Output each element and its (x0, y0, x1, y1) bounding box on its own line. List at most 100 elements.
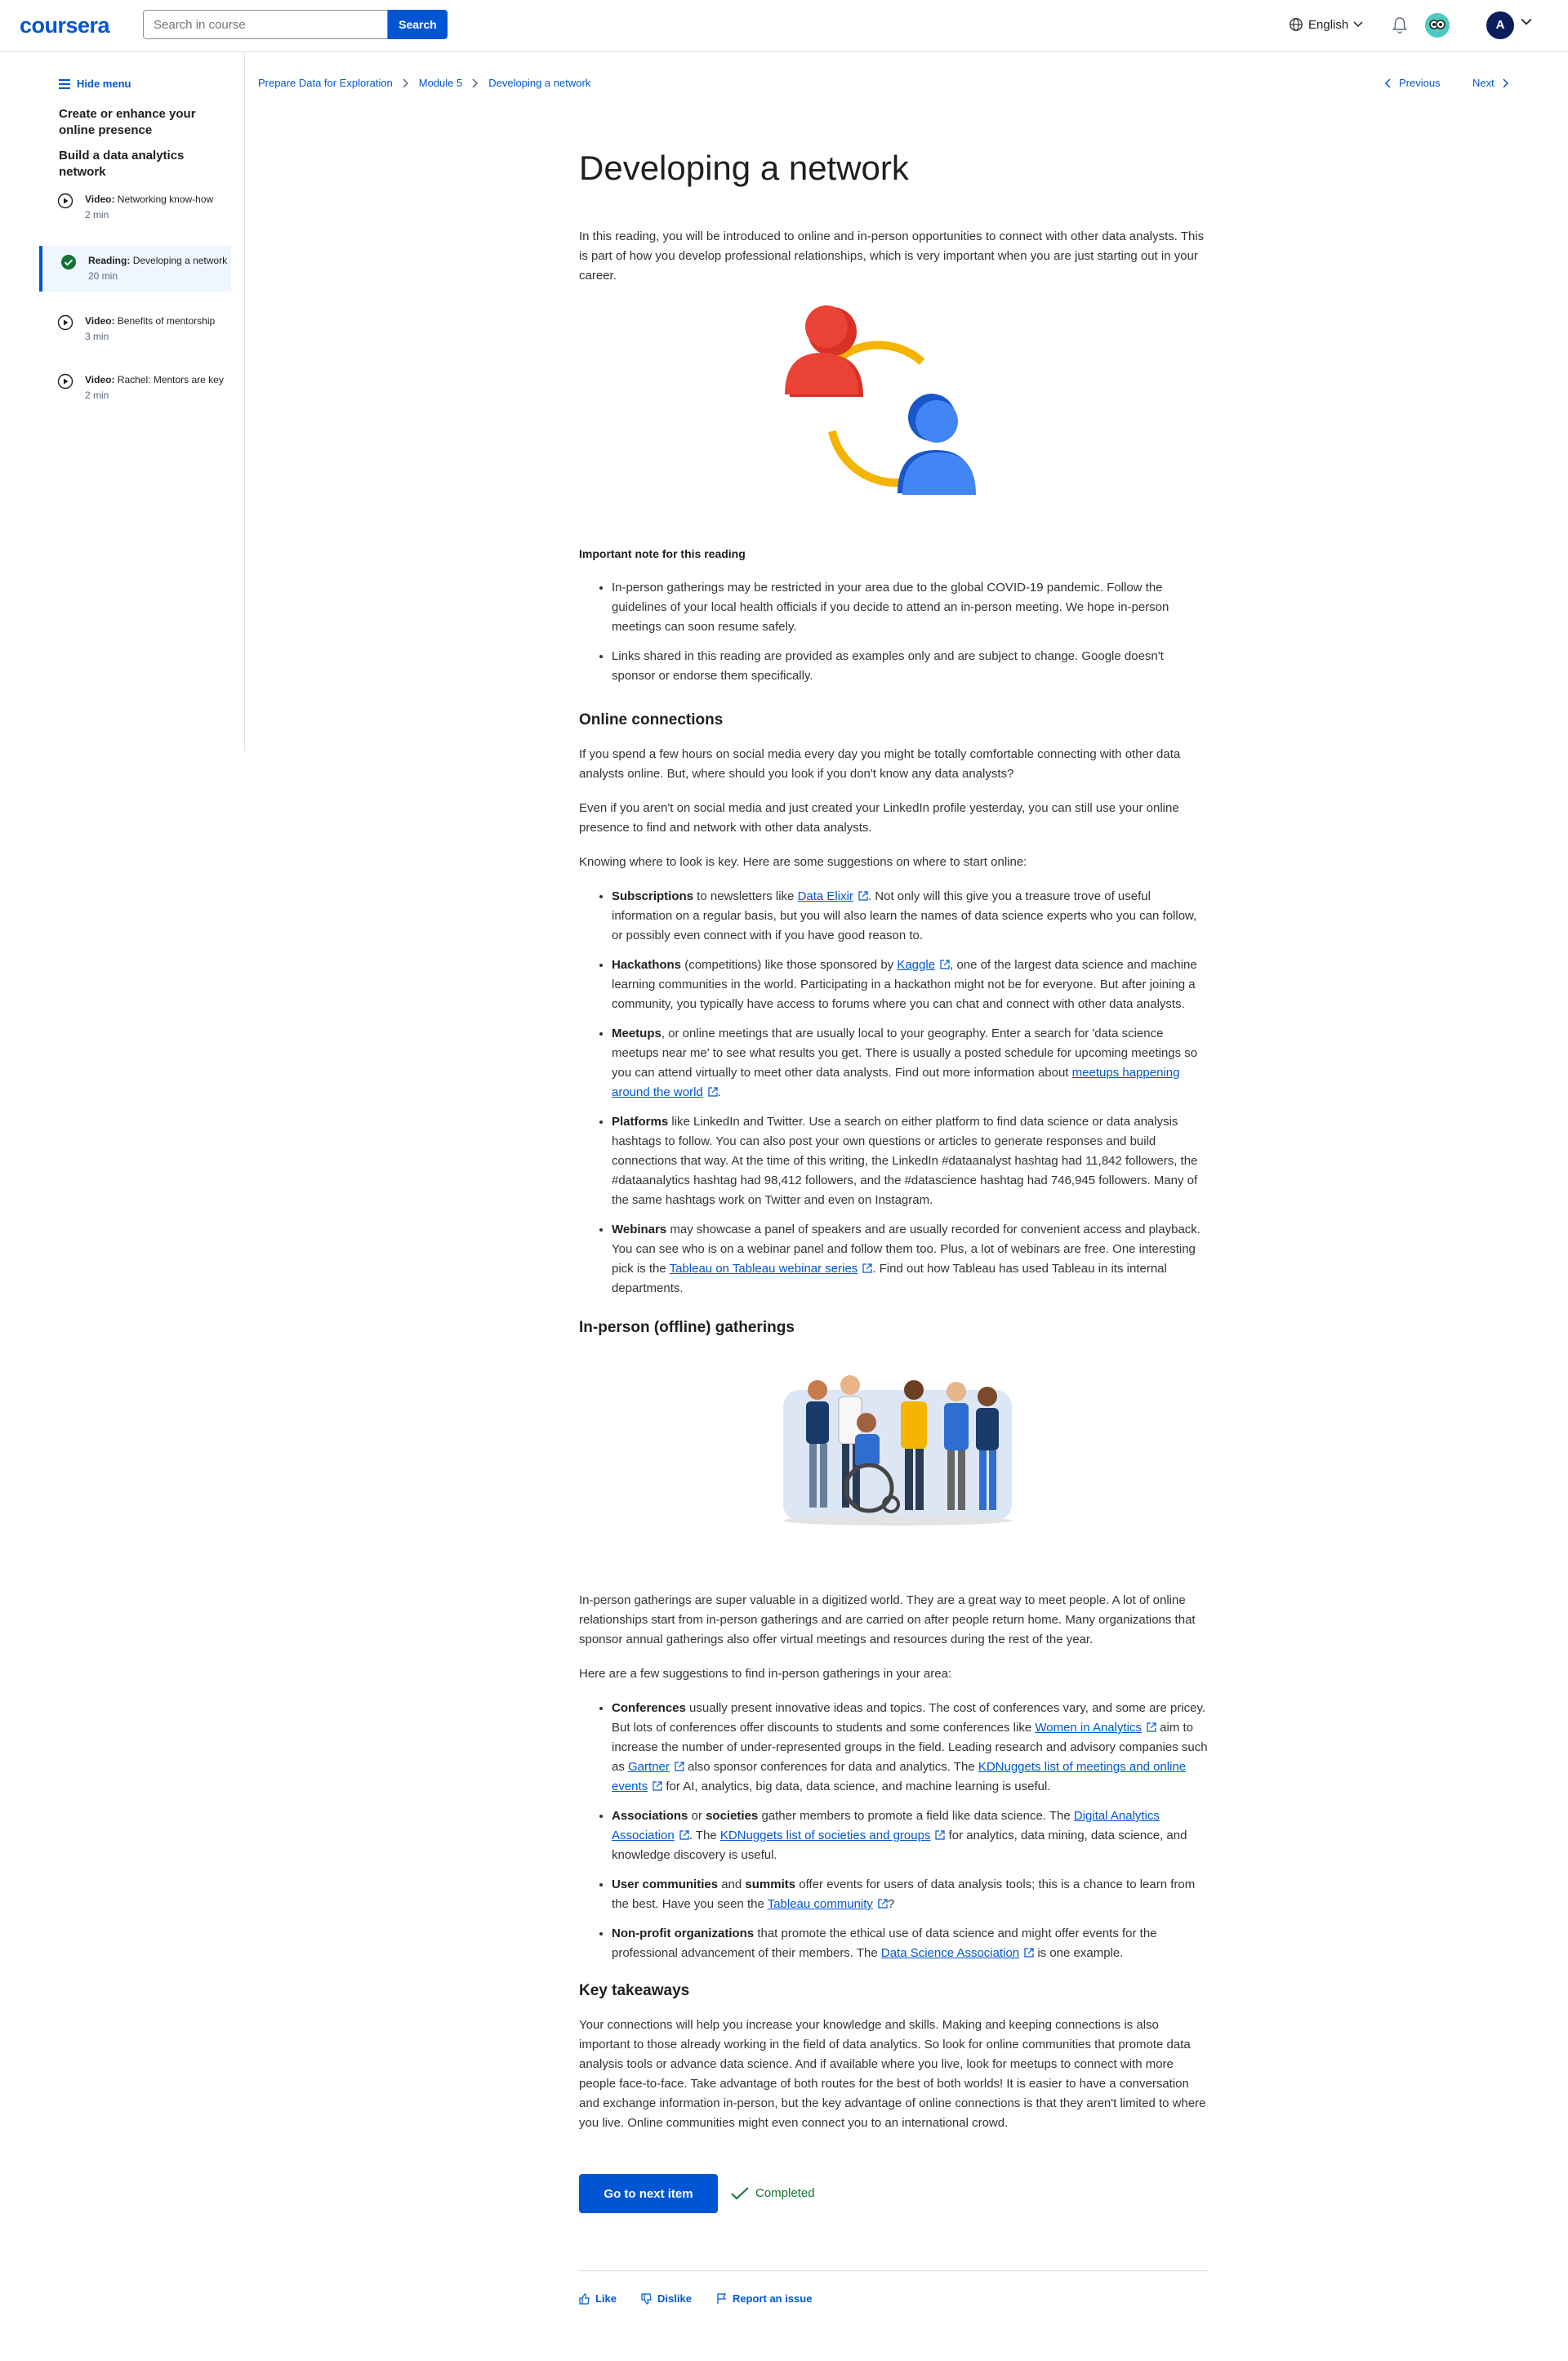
sidebar-section-analytics-network[interactable]: Build a data analytics network (59, 148, 222, 180)
in-person-gatherings-heading: In-person (offline) gatherings (579, 1319, 795, 1336)
external-link-icon (679, 1830, 689, 1840)
hide-menu-label: Hide menu (77, 78, 131, 90)
text: to newsletters like (693, 889, 798, 903)
key-takeaways-heading: Key takeaways (579, 1982, 690, 1999)
search-button[interactable]: Search (388, 10, 448, 39)
breadcrumb-item[interactable]: Developing a network (488, 77, 590, 89)
breadcrumb: Prepare Data for Exploration Module 5 De… (258, 77, 590, 89)
dislike-button[interactable]: Dislike (641, 2289, 692, 2309)
external-link-icon (1147, 1722, 1156, 1732)
thumbs-down-icon (641, 2293, 652, 2305)
item-title: Benefits of mentorship (117, 315, 216, 327)
chevron-down-icon (1353, 21, 1363, 28)
data-science-association-link[interactable]: Data Science Association (881, 1946, 1019, 1960)
list-item: Platforms like LinkedIn and Twitter. Use… (612, 1112, 1209, 1210)
chevron-down-icon[interactable] (1521, 18, 1532, 26)
text: ? (887, 1897, 895, 1911)
learning-assistant-icon[interactable] (1425, 13, 1450, 38)
previous-label: Previous (1399, 77, 1441, 89)
top-navigation-bar: coursera Search English A (0, 0, 1568, 52)
like-button[interactable]: Like (579, 2289, 617, 2309)
bold-term: Platforms (612, 1115, 669, 1129)
bold-term: Webinars (612, 1223, 667, 1236)
paragraph: Knowing where to look is key. Here are s… (579, 855, 1027, 869)
online-suggestions-list: Subscriptions to newsletters like Data E… (579, 887, 1209, 1299)
report-issue-button[interactable]: Report an issue (716, 2289, 813, 2309)
report-label: Report an issue (732, 2292, 813, 2305)
list-item: Non-profit organizations that promote th… (612, 1924, 1209, 1963)
bold-term: Conferences (612, 1701, 686, 1715)
notifications-bell-icon[interactable] (1392, 16, 1408, 34)
external-link-icon (675, 1762, 684, 1771)
paragraph: If you spend a few hours on social media… (579, 747, 1181, 781)
item-kind: Video: (85, 315, 115, 327)
menu-icon (59, 78, 70, 89)
play-circle-icon (57, 314, 74, 331)
text: . (717, 1085, 721, 1099)
text: for AI, analytics, big data, data scienc… (662, 1780, 1051, 1793)
page-title: Developing a network (579, 149, 909, 187)
paragraph: Even if you aren't on social media and j… (579, 801, 1179, 835)
text: (competitions) like those sponsored by (681, 958, 898, 972)
text: is one example. (1034, 1946, 1124, 1960)
list-item: Meetups, or online meetings that are usu… (612, 1024, 1209, 1103)
completed-label: Completed (755, 2186, 815, 2200)
item-duration: 3 min (85, 331, 109, 342)
paragraph: Your connections will help you increase … (579, 2018, 1206, 2130)
sidebar-item-developing-a-network[interactable]: Reading: Developing a network 20 min (39, 246, 231, 292)
completed-status: Completed (731, 2184, 815, 2203)
item-title: Rachel: Mentors are key (117, 374, 224, 385)
item-title: Developing a network (132, 255, 228, 266)
bold-term: summits (745, 1878, 796, 1891)
sidebar-item-benefits-of-mentorship[interactable]: Video: Benefits of mentorship 3 min (39, 306, 231, 352)
sidebar-section-online-presence[interactable]: Create or enhance your online presence (59, 106, 222, 139)
breadcrumb-module[interactable]: Module 5 (419, 77, 462, 89)
previous-button[interactable]: Previous (1384, 77, 1441, 89)
external-link-icon (862, 1263, 872, 1273)
list-item: Subscriptions to newsletters like Data E… (612, 887, 1209, 946)
user-avatar[interactable]: A (1486, 11, 1514, 39)
text: or (688, 1809, 706, 1823)
list-item: In-person gatherings may be restricted i… (612, 578, 1209, 637)
paragraph: Here are a few suggestions to find in-pe… (579, 1667, 952, 1681)
thumbs-up-icon (579, 2293, 590, 2305)
list-item: Links shared in this reading are provide… (612, 647, 1209, 686)
globe-icon (1290, 18, 1303, 31)
sidebar-item-networking-know-how[interactable]: Video: Networking know-how 2 min (39, 185, 231, 230)
item-kind: Video: (85, 374, 115, 385)
paragraph: In-person gatherings are super valuable … (579, 1593, 1196, 1646)
divider (579, 2270, 1209, 2271)
data-elixir-link[interactable]: Data Elixir (798, 889, 853, 903)
kaggle-link[interactable]: Kaggle (897, 958, 935, 972)
external-link-icon (708, 1087, 718, 1097)
item-duration: 20 min (88, 270, 118, 282)
bold-term: Non-profit organizations (612, 1927, 755, 1940)
item-kind: Video: (85, 194, 115, 205)
item-title: Networking know-how (117, 194, 214, 205)
item-kind: Reading: (88, 255, 131, 266)
bold-term: Subscriptions (612, 889, 694, 903)
search-input[interactable] (143, 10, 388, 39)
gartner-link[interactable]: Gartner (628, 1760, 670, 1774)
tableau-webinar-link[interactable]: Tableau on Tableau webinar series (670, 1262, 858, 1276)
item-duration: 2 min (85, 209, 109, 221)
go-to-next-item-button[interactable]: Go to next item (579, 2174, 718, 2213)
next-button[interactable]: Next (1472, 77, 1509, 89)
kdnuggets-societies-link[interactable]: KDNuggets list of societies and groups (720, 1829, 931, 1842)
chevron-right-icon (1503, 78, 1508, 88)
important-note-heading: Important note for this reading (579, 547, 746, 560)
external-link-icon (940, 960, 950, 969)
text: also sponsor conferences for data and an… (684, 1760, 978, 1774)
list-item: Associations or societies gather members… (612, 1806, 1209, 1865)
coursera-logo[interactable]: coursera (20, 13, 110, 38)
sidebar-item-mentors-are-key[interactable]: Video: Rachel: Mentors are key 2 min (39, 365, 231, 411)
language-selector[interactable]: English (1289, 17, 1363, 32)
item-duration: 2 min (85, 390, 109, 401)
next-label: Next (1472, 77, 1494, 89)
breadcrumb-course[interactable]: Prepare Data for Exploration (258, 77, 393, 89)
women-in-analytics-link[interactable]: Women in Analytics (1035, 1721, 1142, 1735)
bold-term: Meetups (612, 1027, 662, 1040)
tableau-community-link[interactable]: Tableau community (768, 1897, 873, 1911)
external-link-icon (935, 1830, 946, 1840)
hide-menu-button[interactable]: Hide menu (59, 78, 131, 90)
